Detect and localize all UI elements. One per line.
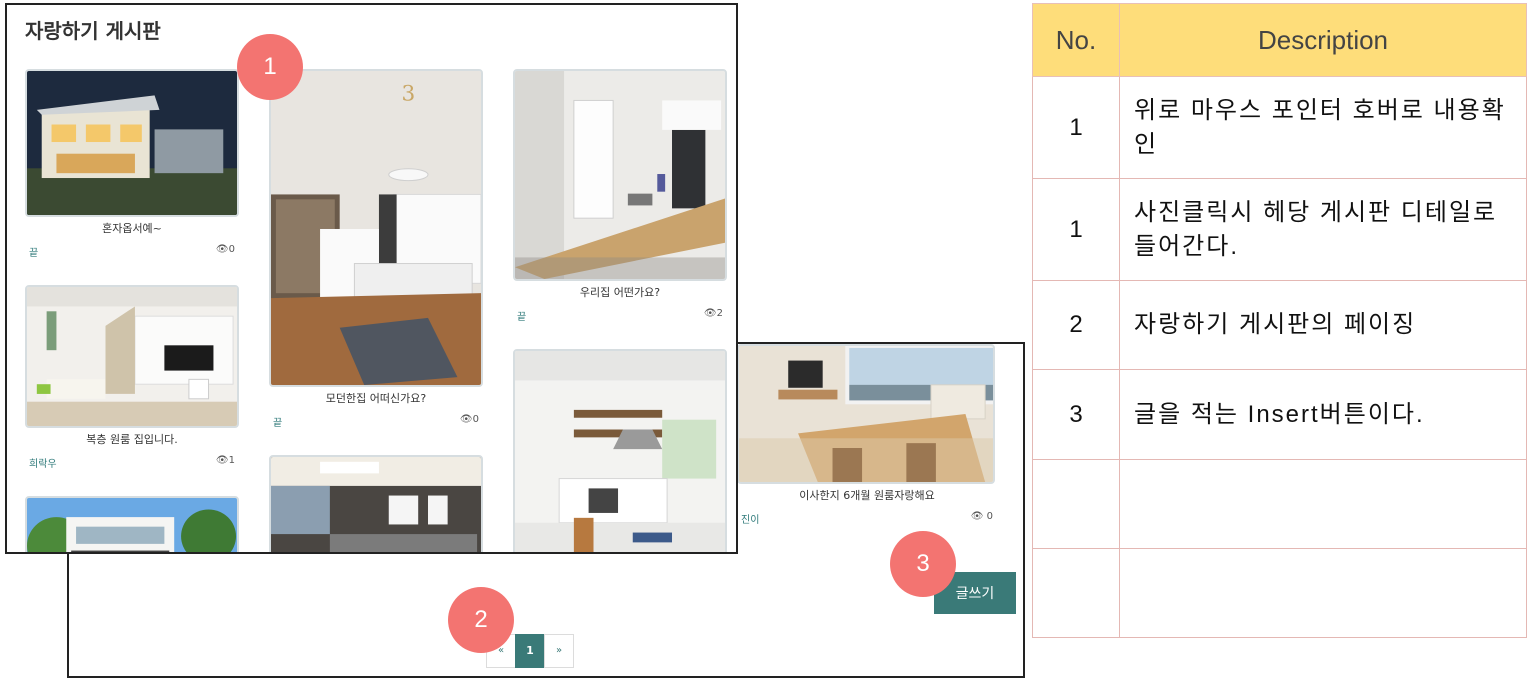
callout-marker-1: 1 xyxy=(237,34,303,100)
duplex-room-image xyxy=(27,287,237,426)
post-title[interactable]: 이사한지 6개월 원룸자랑해요 xyxy=(737,487,997,503)
post-card[interactable]: 3 모던한집 어떠신가요? 끝 👁0 xyxy=(269,69,483,429)
post-title[interactable]: 복층 원룸 집입니다. xyxy=(25,431,239,447)
row-description xyxy=(1119,459,1527,549)
post-author: 희락우 xyxy=(29,459,57,470)
post-thumbnail[interactable] xyxy=(737,344,995,484)
row-description: 위로 마우스 포인터 호버로 내용확인 xyxy=(1119,76,1527,179)
post-card[interactable] xyxy=(513,349,727,552)
white-kitchen-image xyxy=(515,351,725,552)
room-photo-image xyxy=(739,346,993,482)
view-count: 👁0 xyxy=(460,414,479,429)
row-description: 사진클릭시 헤당 게시판 디테일로 들어간다. xyxy=(1119,178,1527,281)
eye-icon: 👁 xyxy=(459,414,473,425)
post-card[interactable]: 복층 원룸 집입니다. 희락우 👁1 xyxy=(25,285,239,470)
post-meta: 끝 👁0 xyxy=(25,244,239,259)
row-number xyxy=(1032,548,1120,638)
post-thumbnail[interactable] xyxy=(513,69,727,281)
post-title[interactable]: 우리집 어떤가요? xyxy=(513,284,727,300)
board-gallery-panel: 자랑하기 게시판 혼자옵서예~ 끝 👁0 복층 원룸 집입니다. 희락우 👁1 … xyxy=(5,3,738,554)
post-card[interactable] xyxy=(25,496,239,552)
table-row: 3 글을 적는 Insert버튼이다. xyxy=(1032,369,1527,460)
row-description: 글을 적는 Insert버튼이다. xyxy=(1119,369,1527,460)
view-count-value: 0 xyxy=(472,414,479,425)
kitchen-table-image xyxy=(515,71,725,279)
row-number: 2 xyxy=(1032,280,1120,370)
view-count-value: 0 xyxy=(228,244,235,255)
view-count-value: 2 xyxy=(716,308,723,319)
view-count-value: 0 xyxy=(986,511,993,522)
post-thumbnail[interactable] xyxy=(513,349,727,552)
post-card[interactable]: 이사한지 6개월 원룸자랑해요 진이 👁 0 xyxy=(737,344,997,526)
post-thumbnail[interactable] xyxy=(25,69,239,217)
gallery-column-3: 우리집 어떤가요? 끝 👁2 xyxy=(513,69,727,552)
gallery-column-1: 혼자옵서예~ 끝 👁0 복층 원룸 집입니다. 희락우 👁1 xyxy=(25,69,239,552)
view-count-value: 1 xyxy=(228,455,235,466)
post-meta: 진이 👁 0 xyxy=(737,511,997,526)
post-thumbnail[interactable] xyxy=(25,285,239,428)
table-row: 2 자랑하기 게시판의 페이징 xyxy=(1032,280,1527,370)
table-row: 1 위로 마우스 포인터 호버로 내용확인 xyxy=(1032,76,1527,179)
bedroom-image: 3 xyxy=(271,71,481,385)
eye-icon: 👁 xyxy=(215,244,229,255)
pagination-next-button[interactable]: » xyxy=(544,634,574,668)
callout-marker-3: 3 xyxy=(890,531,956,597)
modern-house-image xyxy=(27,498,237,552)
description-table: No. Description 1 위로 마우스 포인터 호버로 내용확인 1 … xyxy=(1032,3,1527,638)
post-thumbnail[interactable]: 3 xyxy=(269,69,483,387)
row-description xyxy=(1119,548,1527,638)
house-night-image xyxy=(27,71,237,215)
post-card[interactable]: 혼자옵서예~ 끝 👁0 xyxy=(25,69,239,259)
row-number: 3 xyxy=(1032,369,1120,460)
eye-icon: 👁 xyxy=(703,308,717,319)
page-title: 자랑하기 게시판 xyxy=(25,19,161,43)
row-description: 자랑하기 게시판의 페이징 xyxy=(1119,280,1527,370)
view-count: 👁0 xyxy=(216,244,235,259)
post-author: 끝 xyxy=(517,312,527,323)
table-row xyxy=(1032,548,1527,638)
svg-text:3: 3 xyxy=(402,82,416,107)
row-number: 1 xyxy=(1032,178,1120,281)
view-count: 👁1 xyxy=(216,455,235,470)
post-meta: 끝 👁2 xyxy=(513,308,727,323)
callout-marker-2: 2 xyxy=(448,587,514,653)
post-thumbnail[interactable] xyxy=(269,455,483,552)
row-number xyxy=(1032,459,1120,549)
column-header-no: No. xyxy=(1032,3,1120,77)
eye-icon: 👁 xyxy=(970,511,984,522)
table-row xyxy=(1032,459,1527,549)
eye-icon: 👁 xyxy=(215,455,229,466)
table-header-row: No. Description xyxy=(1032,3,1527,77)
column-header-description: Description xyxy=(1119,3,1527,77)
post-author: 진이 xyxy=(741,515,760,526)
post-meta: 희락우 👁1 xyxy=(25,455,239,470)
post-title[interactable]: 혼자옵서예~ xyxy=(25,220,239,236)
post-meta: 끝 👁0 xyxy=(269,414,483,429)
gallery-column-2: 3 모던한집 어떠신가요? 끝 👁0 xyxy=(269,69,483,552)
living-room-image xyxy=(271,457,481,552)
pagination-page-1[interactable]: 1 xyxy=(515,634,545,668)
post-title[interactable]: 모던한집 어떠신가요? xyxy=(269,390,483,406)
post-card[interactable] xyxy=(269,455,483,552)
post-card[interactable]: 우리집 어떤가요? 끝 👁2 xyxy=(513,69,727,323)
view-count: 👁2 xyxy=(704,308,723,323)
post-thumbnail[interactable] xyxy=(25,496,239,552)
post-author: 끝 xyxy=(29,248,39,259)
table-row: 1 사진클릭시 헤당 게시판 디테일로 들어간다. xyxy=(1032,178,1527,281)
post-author: 끝 xyxy=(273,418,283,429)
row-number: 1 xyxy=(1032,76,1120,179)
view-count: 👁 0 xyxy=(971,511,993,526)
